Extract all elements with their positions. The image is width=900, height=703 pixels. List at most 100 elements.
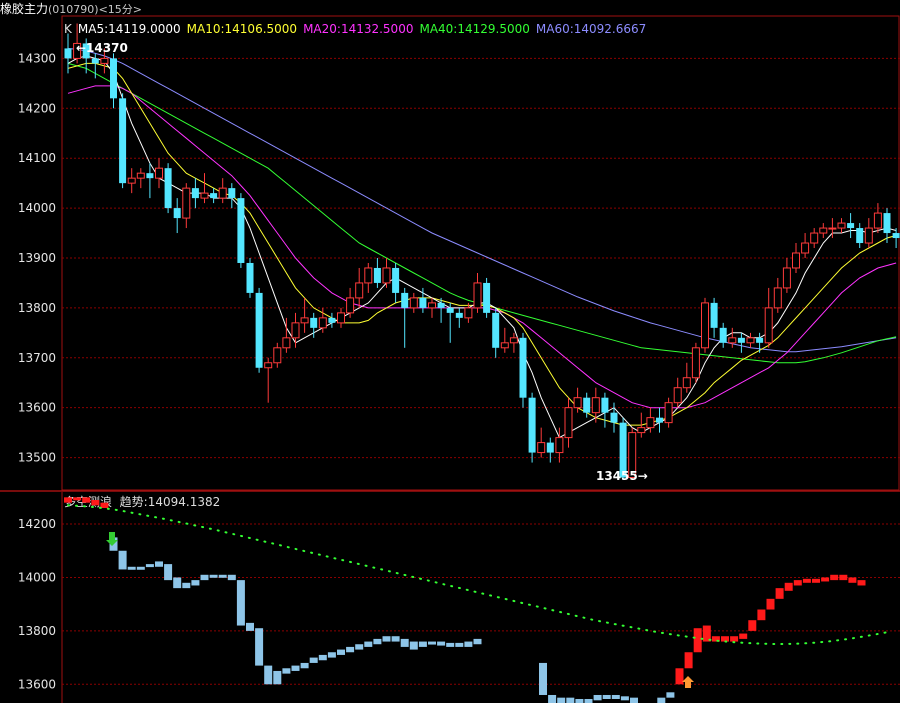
- candle-body-down[interactable]: [237, 198, 245, 263]
- candle-body-down[interactable]: [856, 228, 864, 244]
- candle-body-up[interactable]: [273, 347, 282, 364]
- candle-body-down[interactable]: [492, 312, 500, 348]
- candle-body-up[interactable]: [792, 252, 800, 269]
- candle-body-up[interactable]: [701, 302, 709, 349]
- candle-body-up[interactable]: [473, 282, 482, 309]
- candle-body-down[interactable]: [601, 397, 609, 413]
- candle-body-up[interactable]: [155, 167, 163, 179]
- candle-body-down[interactable]: [883, 213, 891, 234]
- wave-bar: [409, 641, 418, 650]
- candle-body-down[interactable]: [656, 417, 663, 423]
- candle-body-down[interactable]: [437, 302, 445, 308]
- candle-body-up[interactable]: [764, 307, 773, 344]
- candle-body-up[interactable]: [864, 227, 873, 244]
- candle-body-up[interactable]: [355, 282, 364, 299]
- candle-body-up[interactable]: [464, 307, 473, 319]
- candle-body-up[interactable]: [509, 337, 518, 344]
- wave-bar: [100, 502, 109, 509]
- candle-body-down[interactable]: [310, 317, 318, 328]
- candle-body-up[interactable]: [564, 407, 573, 439]
- candle-body-down[interactable]: [173, 208, 181, 219]
- candle-body-up[interactable]: [728, 337, 737, 344]
- candle-body-down[interactable]: [756, 337, 764, 343]
- wave-bar: [848, 577, 857, 583]
- candle-body-up[interactable]: [801, 242, 810, 254]
- wave-bar: [611, 694, 620, 699]
- kline-chart[interactable]: 13500 13600 13700 13800 13900 14000 14100 14200…: [0, 0, 900, 703]
- candle-body-up[interactable]: [182, 187, 191, 219]
- wave-bar: [839, 574, 848, 581]
- candle-body-down[interactable]: [210, 193, 218, 199]
- candle-body-up[interactable]: [873, 212, 882, 229]
- candle-body-down[interactable]: [401, 292, 409, 308]
- candle-body-up[interactable]: [837, 222, 846, 229]
- candle-body-up[interactable]: [300, 317, 309, 324]
- candle-body-down[interactable]: [228, 188, 236, 199]
- candle-body-down[interactable]: [446, 307, 454, 313]
- candle-body-up[interactable]: [291, 322, 300, 339]
- candle-body-down[interactable]: [483, 282, 491, 313]
- candle-body-up[interactable]: [555, 437, 564, 454]
- candle-body-up[interactable]: [673, 387, 682, 404]
- candle-body-down[interactable]: [164, 168, 172, 209]
- candle-body-down[interactable]: [455, 312, 463, 318]
- candle-body-up[interactable]: [828, 227, 837, 230]
- candle-body-up[interactable]: [428, 302, 436, 309]
- candle-body-up[interactable]: [691, 347, 700, 379]
- candle-body-down[interactable]: [737, 337, 745, 343]
- candle-body-up[interactable]: [200, 192, 209, 199]
- candle-body-down[interactable]: [610, 412, 618, 423]
- wave-bar: [136, 566, 145, 570]
- candle-body-up[interactable]: [100, 57, 109, 64]
- candle-body-up[interactable]: [337, 312, 345, 324]
- candle-body-down[interactable]: [119, 98, 127, 184]
- candle-body-up[interactable]: [346, 297, 355, 314]
- candle-body-up[interactable]: [646, 417, 655, 429]
- candle-body-down[interactable]: [110, 58, 117, 99]
- ma60-line: [67, 47, 897, 353]
- wave-bar: [273, 670, 282, 685]
- candle-body-down[interactable]: [710, 302, 718, 328]
- candle-body-down[interactable]: [419, 297, 427, 308]
- candle-body-down[interactable]: [64, 48, 72, 59]
- candle-body-up[interactable]: [282, 337, 291, 349]
- candle-body-up[interactable]: [136, 172, 145, 179]
- candle-body-up[interactable]: [573, 397, 582, 409]
- candle-body-up[interactable]: [773, 287, 782, 309]
- high-price-annotation: ←14370: [76, 41, 128, 55]
- candle-body-up[interactable]: [664, 402, 673, 424]
- candle-body-up[interactable]: [810, 232, 819, 244]
- candle-body-down[interactable]: [583, 397, 591, 413]
- candle-body-up[interactable]: [318, 317, 327, 329]
- candle-body-down[interactable]: [373, 267, 381, 283]
- candle-body-down[interactable]: [146, 173, 154, 179]
- candle-body-down[interactable]: [528, 397, 536, 453]
- candle-body-up[interactable]: [264, 362, 273, 369]
- candle-body-up[interactable]: [364, 267, 373, 284]
- candle-body-down[interactable]: [91, 58, 99, 64]
- candle-body-up[interactable]: [409, 297, 418, 309]
- candle-body-down[interactable]: [246, 262, 254, 293]
- candle-body-down[interactable]: [719, 327, 727, 343]
- candle-body-down[interactable]: [255, 292, 263, 368]
- candle-body-down[interactable]: [892, 233, 900, 239]
- candle-body-up[interactable]: [537, 442, 546, 454]
- candle-body-up[interactable]: [127, 177, 136, 184]
- candle-body-down[interactable]: [392, 267, 400, 293]
- candle-body-down[interactable]: [546, 442, 554, 453]
- candle-body-down[interactable]: [191, 188, 199, 199]
- candle-body-up[interactable]: [591, 397, 600, 414]
- candle-body-down[interactable]: [519, 337, 527, 398]
- main-y-tick-label: 13900: [18, 251, 56, 265]
- wave-bar: [821, 577, 830, 582]
- candle-body-up[interactable]: [218, 187, 227, 199]
- candle-body-up[interactable]: [819, 227, 828, 234]
- candle-body-down[interactable]: [328, 317, 336, 323]
- candle-body-up[interactable]: [682, 377, 691, 389]
- candle-body-up[interactable]: [500, 342, 509, 349]
- candle-body-up[interactable]: [382, 267, 391, 284]
- candle-body-up[interactable]: [746, 337, 755, 344]
- candle-body-up[interactable]: [637, 427, 646, 434]
- candle-body-up[interactable]: [782, 267, 791, 289]
- candle-body-down[interactable]: [847, 223, 855, 229]
